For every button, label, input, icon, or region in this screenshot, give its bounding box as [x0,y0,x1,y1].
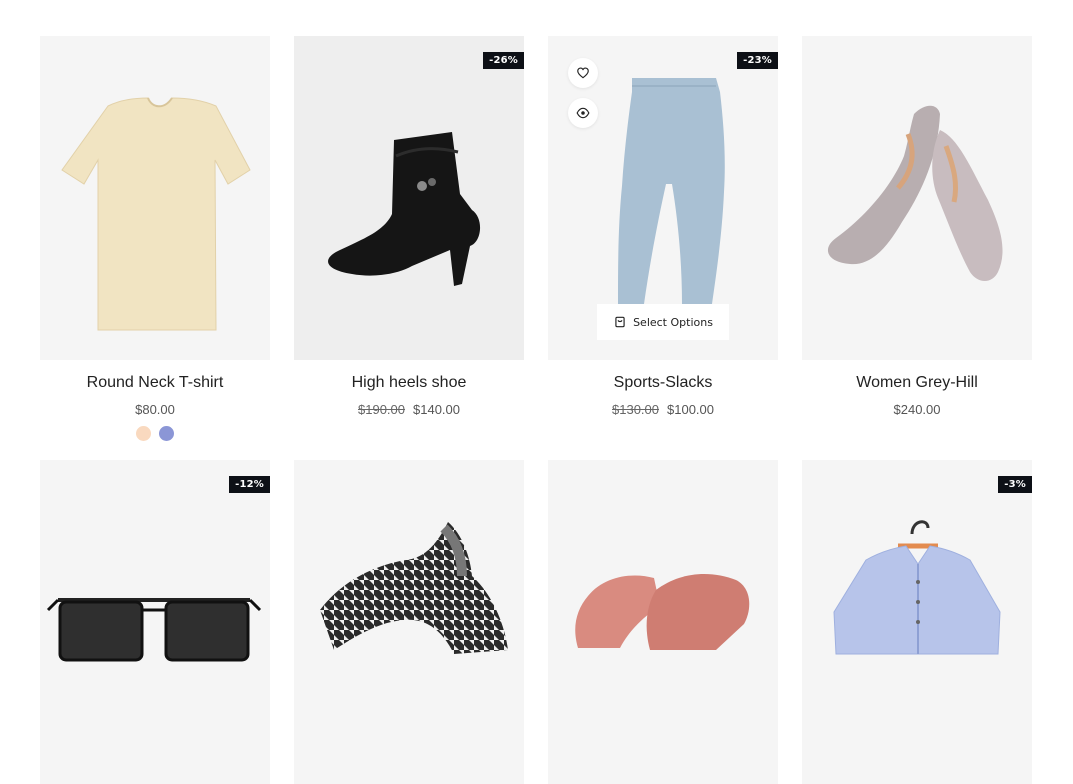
boot-image [328,132,481,286]
current-price: $80.00 [135,402,175,417]
product-image[interactable]: -23% Select Options [548,36,778,360]
select-options-button[interactable]: Select Options [597,304,729,340]
product-price: $240.00 [802,402,1032,417]
tshirt-image [61,97,251,331]
original-price: $190.00 [358,402,405,417]
flats-image [827,105,1003,281]
product-title[interactable]: Round Neck T-shirt [40,374,270,392]
product-price: $80.00 [40,402,270,417]
discount-badge: -23% [737,52,778,69]
product-image[interactable]: -3% [802,460,1032,784]
scarf-image [320,522,508,654]
shirt-image [833,520,1001,655]
color-swatches [40,426,270,441]
product-image[interactable] [802,36,1032,360]
quick-view-button[interactable] [568,98,598,128]
discount-badge: -3% [998,476,1032,493]
product-image[interactable] [548,460,778,784]
discount-badge: -12% [229,476,270,493]
product-image[interactable]: -12% [40,460,270,784]
product-title[interactable]: High heels shoe [294,374,524,392]
current-price: $240.00 [893,402,941,417]
product-image[interactable] [294,460,524,784]
product-price: $190.00 $140.00 [294,402,524,417]
sunglasses-image [46,598,262,662]
current-price: $100.00 [667,402,714,417]
slides-image [575,574,750,650]
product-image[interactable] [40,36,270,360]
product-image[interactable]: -26% [294,36,524,360]
select-options-label: Select Options [633,315,713,329]
color-swatch-peach[interactable] [136,426,151,441]
discount-badge: -26% [483,52,524,69]
product-grid: Round Neck T-shirt $80.00 -26% High heel… [0,0,1073,784]
color-swatch-blue[interactable] [159,426,174,441]
original-price: $130.00 [612,402,659,417]
heart-icon [577,67,589,79]
eye-icon [576,107,590,119]
wishlist-button[interactable] [568,58,598,88]
current-price: $140.00 [413,402,460,417]
product-title[interactable]: Women Grey-Hill [802,374,1032,392]
bag-icon [615,316,625,328]
product-title[interactable]: Sports-Slacks [548,374,778,392]
product-price: $130.00 $100.00 [548,402,778,417]
